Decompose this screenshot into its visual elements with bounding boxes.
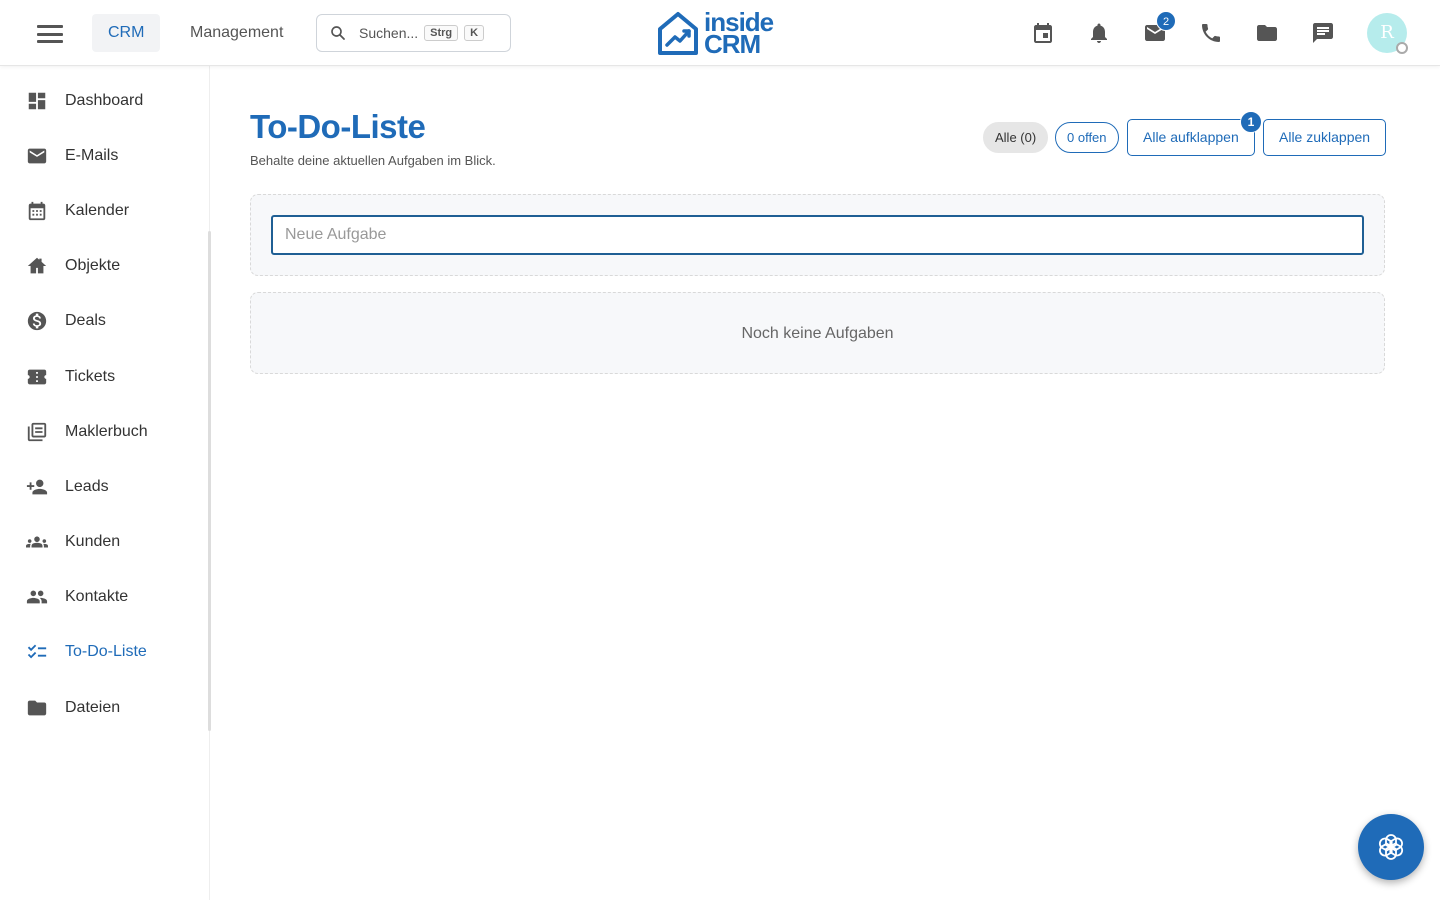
new-task-panel [250, 194, 1385, 276]
app-logo[interactable]: inside CRM [656, 8, 774, 59]
person-add-icon [26, 479, 48, 495]
sidebar-item-kunden[interactable]: Kunden [0, 518, 208, 566]
search-placeholder: Suchen... [359, 25, 419, 41]
tab-crm[interactable]: CRM [92, 14, 161, 52]
sidebar-item-deals[interactable]: Deals [0, 297, 208, 345]
status-indicator [1396, 42, 1408, 54]
dollar-icon [27, 311, 47, 331]
home-icon [27, 257, 47, 274]
logo-text-line2: CRM [704, 29, 761, 59]
menu-icon[interactable] [35, 22, 65, 46]
library-icon [27, 422, 47, 442]
sidebar-item-kalender[interactable]: Kalender [0, 187, 208, 235]
sidebar-item-dashboard[interactable]: Dashboard [0, 77, 208, 125]
page-subtitle: Behalte deine aktuellen Aufgaben im Blic… [250, 153, 496, 168]
filter-open-chip[interactable]: 0 offen [1055, 122, 1119, 153]
ai-assistant-button[interactable] [1358, 814, 1424, 880]
new-task-input[interactable] [271, 215, 1364, 255]
task-list-panel: Noch keine Aufgaben [250, 292, 1385, 374]
ticket-icon [27, 369, 47, 385]
groups-icon [26, 536, 48, 548]
mail-icon [27, 148, 47, 164]
house-chart-icon [658, 12, 698, 55]
page-title: To-Do-Liste [250, 108, 426, 145]
phone-icon[interactable] [1199, 21, 1223, 45]
sidebar-item-dateien[interactable]: Dateien [0, 684, 208, 732]
sidebar-item-leads[interactable]: Leads [0, 463, 208, 511]
checklist-icon [27, 644, 47, 659]
sidebar-scrollbar[interactable] [208, 231, 211, 731]
calendar-icon[interactable] [1031, 21, 1055, 45]
expand-all-button[interactable]: Alle aufklappen [1127, 119, 1255, 156]
sidebar-item-kontakte[interactable]: Kontakte [0, 573, 208, 621]
expand-badge: 1 [1240, 111, 1262, 133]
sidebar-item-emails[interactable]: E-Mails [0, 132, 208, 180]
chat-icon[interactable] [1311, 21, 1335, 45]
shortcut-key-k: K [464, 25, 485, 41]
tab-management[interactable]: Management [174, 14, 299, 52]
dashboard-icon [28, 92, 46, 110]
top-header: CRM Management Suchen... Strg K inside C… [0, 0, 1440, 66]
sidebar-item-todo[interactable]: To-Do-Liste [0, 628, 208, 676]
sidebar-item-objekte[interactable]: Objekte [0, 242, 208, 290]
empty-state-text: Noch keine Aufgaben [741, 325, 894, 342]
mail-badge: 2 [1156, 11, 1176, 31]
bell-icon[interactable] [1087, 21, 1111, 45]
search-icon [331, 26, 345, 40]
people-icon [26, 590, 48, 604]
filter-all-chip[interactable]: Alle (0) [983, 122, 1049, 153]
search-input[interactable]: Suchen... Strg K [316, 14, 511, 52]
ai-knot-icon [1378, 834, 1404, 860]
calendar-icon [28, 201, 46, 221]
sidebar-item-maklerbuch[interactable]: Maklerbuch [0, 408, 208, 456]
folder-icon [27, 700, 47, 716]
shortcut-key-ctrl: Strg [424, 25, 459, 41]
sidebar-item-tickets[interactable]: Tickets [0, 353, 208, 401]
folder-icon[interactable] [1255, 21, 1279, 45]
sidebar: Dashboard E-Mails Kalender Objekte Deals… [0, 66, 210, 900]
collapse-all-button[interactable]: Alle zuklappen [1263, 119, 1387, 156]
